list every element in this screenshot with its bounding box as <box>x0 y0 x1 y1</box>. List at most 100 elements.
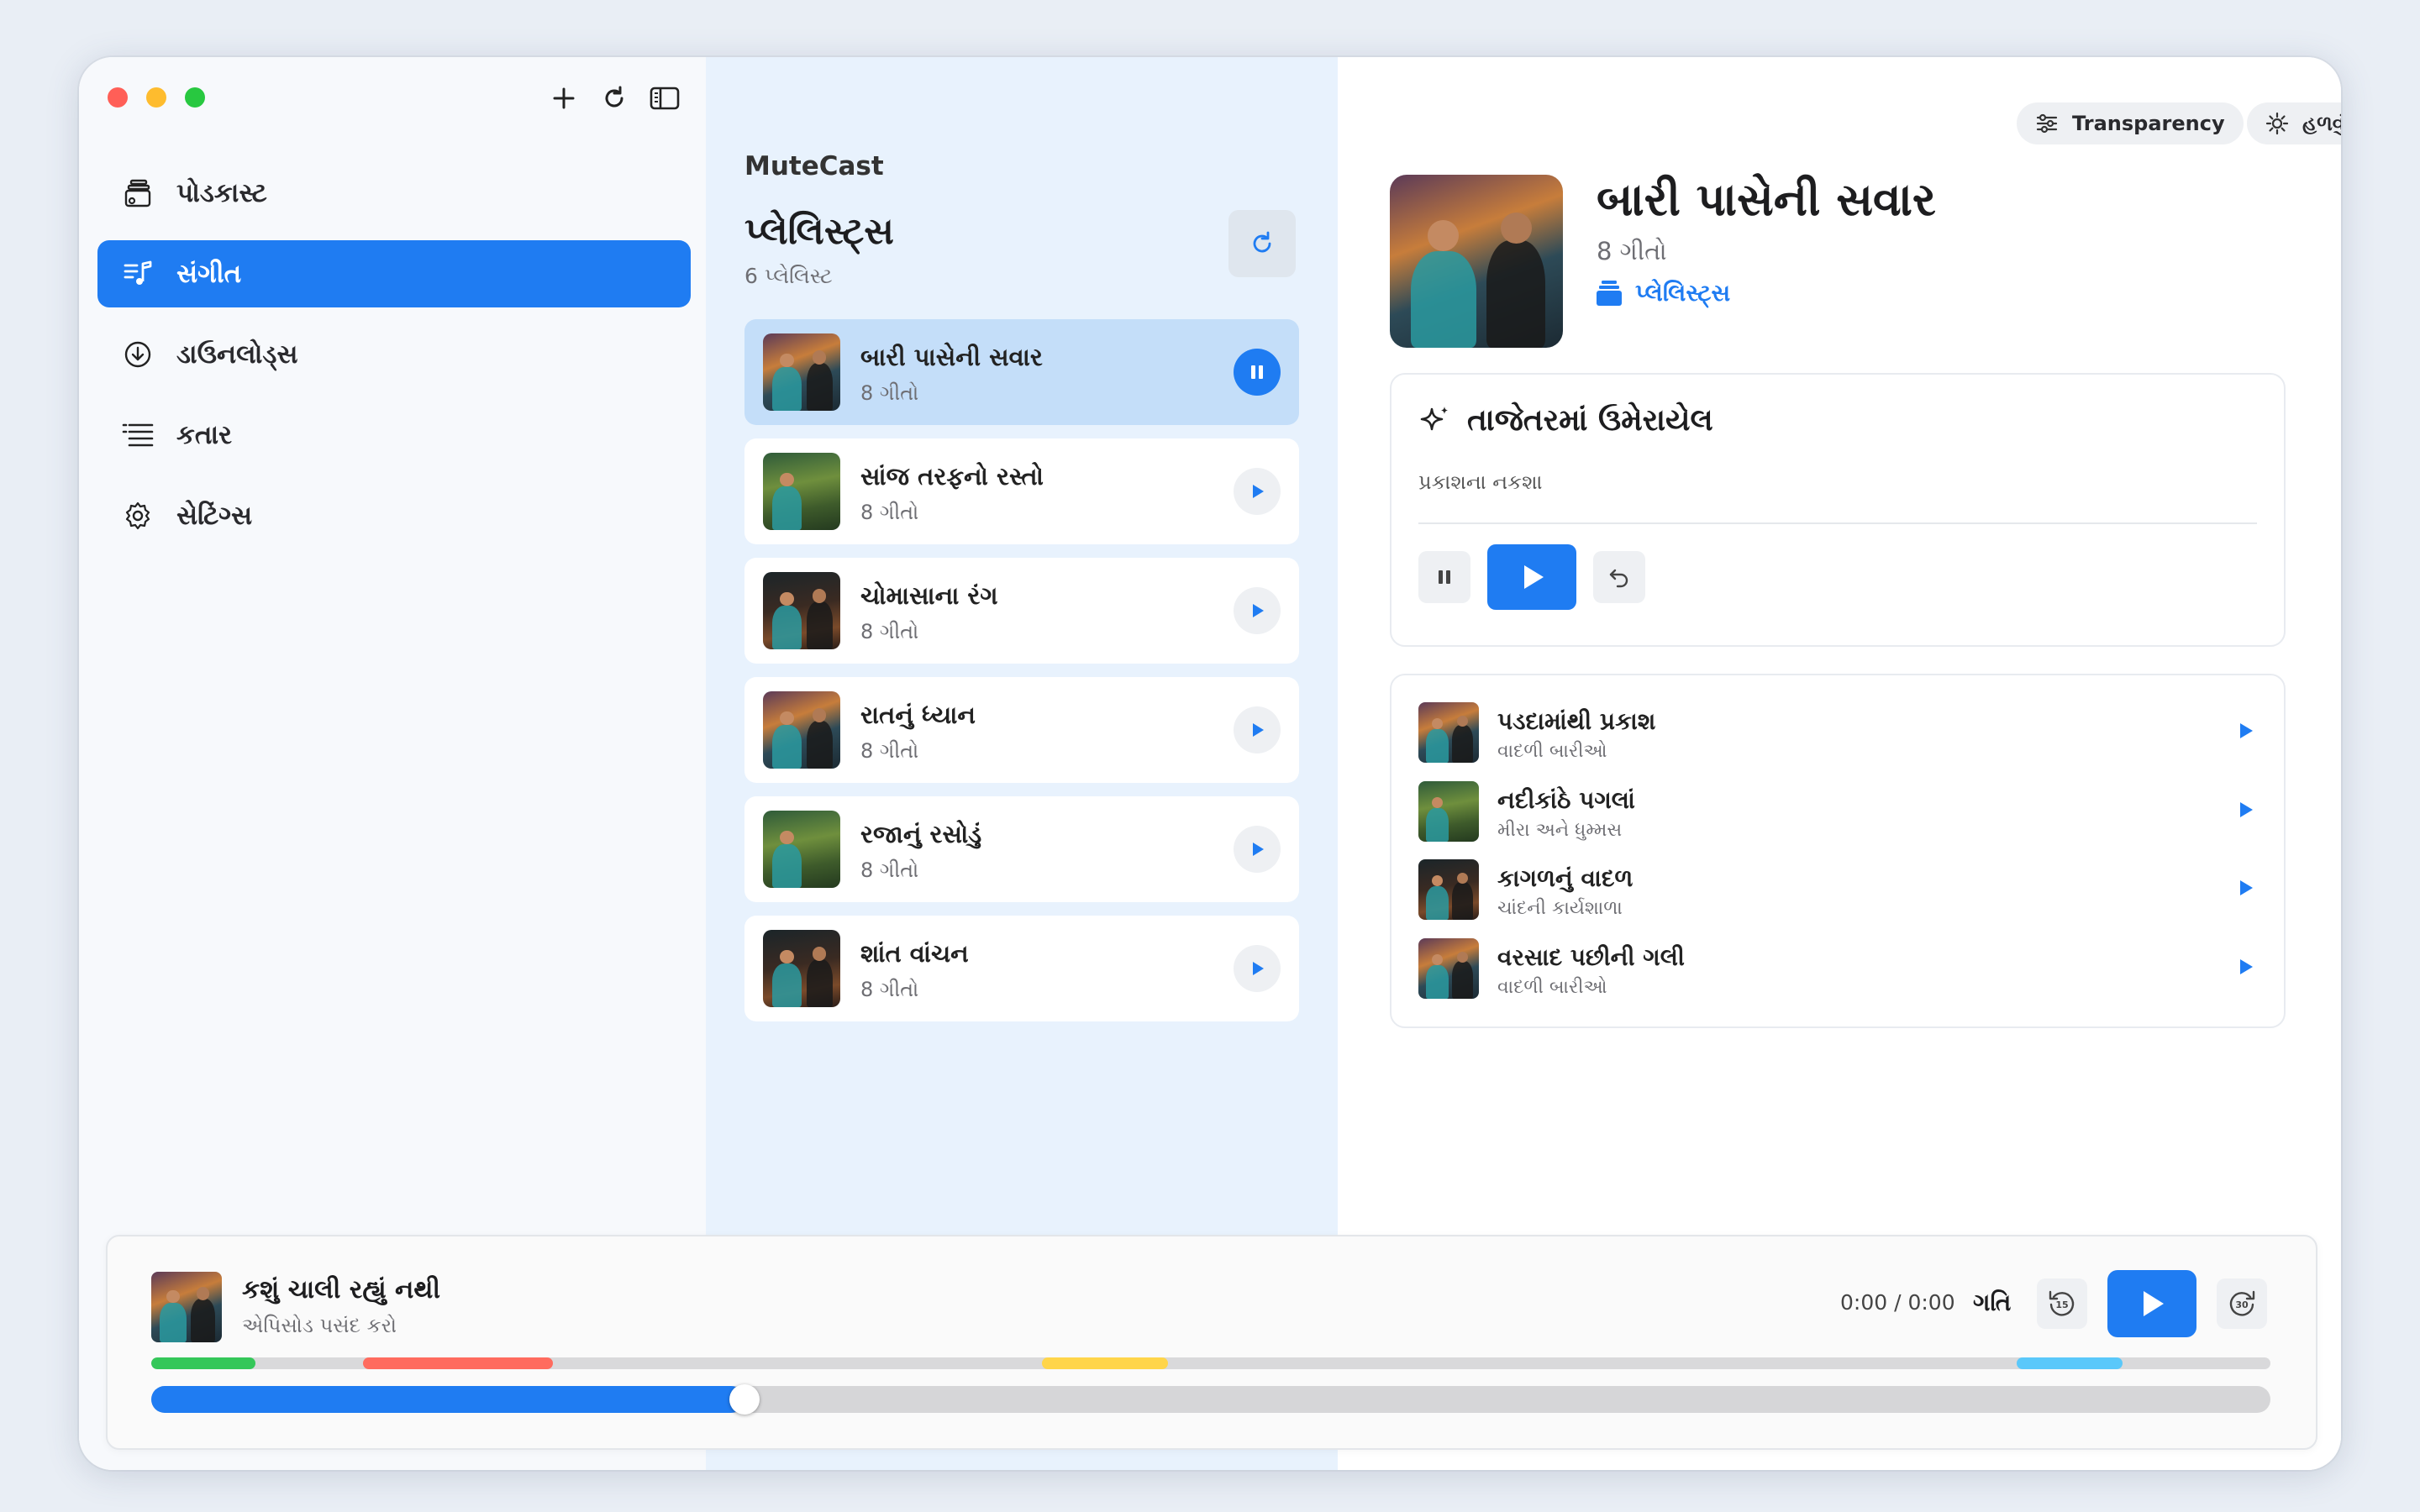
reload-button[interactable] <box>598 82 630 114</box>
sun-icon <box>2265 112 2289 135</box>
play-button[interactable] <box>1234 468 1281 515</box>
track-artist: ચાંદની કાર્યશાળા <box>1497 898 1623 919</box>
sidebar-toolbar <box>548 82 681 114</box>
skip-forward-button[interactable]: 30 <box>2217 1278 2267 1329</box>
play-button[interactable] <box>1234 587 1281 634</box>
playlist-item[interactable]: સાંજ તરફનો રસ્તો 8 ગીતો <box>744 438 1299 544</box>
minimize-window-button[interactable] <box>146 87 166 108</box>
playlist-item[interactable]: ચોમાસાના રંગ 8 ગીતો <box>744 558 1299 664</box>
sidebar-item-settings[interactable]: સેટિંગ્સ <box>97 482 691 549</box>
plus-icon <box>553 87 575 109</box>
window-controls <box>108 87 205 108</box>
refresh-playlists-button[interactable] <box>1228 210 1296 277</box>
skip-back-button[interactable]: 15 <box>2037 1278 2087 1329</box>
playlist-artwork <box>763 572 840 649</box>
playlist-item[interactable]: રજાનું રસોડું 8 ગીતો <box>744 796 1299 902</box>
track-artwork <box>1418 702 1479 763</box>
speed-button[interactable]: ગતિ <box>1973 1289 2011 1317</box>
skip-forward-value: 30 <box>2235 1299 2249 1310</box>
play-button[interactable] <box>2232 953 2259 980</box>
skip-back-value: 15 <box>2055 1299 2068 1310</box>
sidebar-toggle-icon <box>650 87 680 110</box>
playlist-artwork <box>763 333 840 411</box>
progress-fill <box>151 1386 745 1413</box>
track-artwork <box>1418 781 1479 842</box>
skip-back-15-icon: 15 <box>2049 1290 2075 1316</box>
track-row[interactable]: પડદામાંથી પ્રકાશ વાદળી બારીઓ <box>1418 696 2259 763</box>
app-window: પોડકાસ્ટ સંગીત ડાઉનલોડ્સ કતાર સેટિંગ્સ M… <box>79 57 2341 1470</box>
pause-button[interactable] <box>1418 551 1470 603</box>
playlist-title: બારી પાસેની સવાર <box>1597 173 1936 226</box>
playlist-item[interactable]: રાતનું ધ્યાન 8 ગીતો <box>744 677 1299 783</box>
sidebar-item-music[interactable]: સંગીત <box>97 240 691 307</box>
playlist-list: બારી પાસેની સવાર 8 ગીતો સાંજ તરફનો રસ્તો… <box>744 319 1299 1035</box>
play-button[interactable] <box>1234 826 1281 873</box>
playlist-item[interactable]: શાંત વાંચન 8 ગીતો <box>744 916 1299 1021</box>
track-artwork <box>1418 938 1479 999</box>
now-playing-title: કશું ચાલી રહ્યું નથી <box>242 1275 440 1305</box>
playlist-artwork <box>763 691 840 769</box>
theme-button[interactable]: હળવું <box>2247 102 2341 144</box>
playlist-track-count: 8 ગીતો <box>860 501 919 524</box>
sidebar-item-label: ડાઉનલોડ્સ <box>176 339 298 370</box>
playlists-link[interactable]: પ્લેલિસ્ટ્સ <box>1597 279 1730 307</box>
pause-button[interactable] <box>1234 349 1281 396</box>
gear-icon <box>121 499 155 533</box>
track-row[interactable]: કાગળનું વાદળ ચાંદની કાર્યશાળા <box>1418 853 2259 920</box>
podcast-icon <box>121 176 155 210</box>
track-row[interactable]: વરસાદ પછીની ગલી વાદળી બારીઓ <box>1418 932 2259 999</box>
transparency-label: Transparency <box>2072 112 2225 135</box>
sparkles-icon <box>1418 404 1452 438</box>
play-button[interactable] <box>1487 544 1576 610</box>
playlist-name: રજાનું રસોડું <box>860 820 982 848</box>
playlist-artwork <box>763 811 840 888</box>
play-icon <box>2240 880 2253 895</box>
time-readout: 0:00 / 0:00 <box>1840 1290 1955 1315</box>
track-list-card: પડદામાંથી પ્રકાશ વાદળી બારીઓ નદીકાંઠે પગ… <box>1390 674 2286 1028</box>
playlist-artwork <box>763 453 840 530</box>
undo-button[interactable] <box>1593 551 1645 603</box>
undo-icon <box>1609 569 1628 588</box>
progress-knob[interactable] <box>729 1384 760 1415</box>
toggle-sidebar-button[interactable] <box>649 82 681 114</box>
track-artwork <box>1418 859 1479 920</box>
play-button[interactable] <box>2107 1270 2196 1337</box>
sliders-icon <box>2035 113 2059 134</box>
close-window-button[interactable] <box>108 87 128 108</box>
play-button[interactable] <box>2232 874 2259 901</box>
stack-icon <box>1597 280 1622 307</box>
track-artist: વાદળી બારીઓ <box>1497 977 1607 998</box>
track-row[interactable]: નદીકાંઠે પગલાં મીરા અને ધુમ્મસ <box>1418 774 2259 842</box>
playlist-item[interactable]: બારી પાસેની સવાર 8 ગીતો <box>744 319 1299 425</box>
playlist-name: શાંત વાંચન <box>860 939 969 968</box>
recent-track-title: પ્રકાશના નકશા <box>1418 470 1543 494</box>
zoom-window-button[interactable] <box>185 87 205 108</box>
pause-icon <box>1439 570 1450 584</box>
track-title: કાગળનું વાદળ <box>1497 864 1634 892</box>
play-button[interactable] <box>2232 796 2259 823</box>
chapter-markers <box>151 1357 2270 1369</box>
recently-added-title: તાજેતરમાં ઉમેરાયેલ <box>1418 403 1713 438</box>
playlist-track-count: 8 ગીતો <box>860 978 919 1001</box>
play-button[interactable] <box>1234 706 1281 753</box>
play-icon <box>2240 802 2253 817</box>
play-button[interactable] <box>2232 717 2259 744</box>
sidebar-item-downloads[interactable]: ડાઉનલોડ્સ <box>97 321 691 388</box>
play-icon <box>1253 962 1264 975</box>
track-artist: મીરા અને ધુમ્મસ <box>1497 820 1623 841</box>
playlist-track-count: 8 ગીતો <box>860 620 919 643</box>
sidebar-item-label: પોડકાસ્ટ <box>176 177 267 208</box>
playlist-track-count: 8 ગીતો <box>860 381 919 405</box>
sidebar-item-podcasts[interactable]: પોડકાસ્ટ <box>97 160 691 227</box>
music-icon <box>121 257 155 291</box>
add-button[interactable] <box>548 82 580 114</box>
sidebar-item-queue[interactable]: કતાર <box>97 402 691 469</box>
progress-slider[interactable] <box>151 1384 2270 1415</box>
play-icon <box>1253 604 1264 617</box>
chapter-marker <box>363 1357 553 1369</box>
playlist-name: ચોમાસાના રંગ <box>860 581 998 610</box>
playlist-track-count: 8 ગીતો <box>860 858 919 882</box>
pause-icon <box>1251 365 1263 379</box>
play-button[interactable] <box>1234 945 1281 992</box>
transparency-button[interactable]: Transparency <box>2017 102 2244 144</box>
